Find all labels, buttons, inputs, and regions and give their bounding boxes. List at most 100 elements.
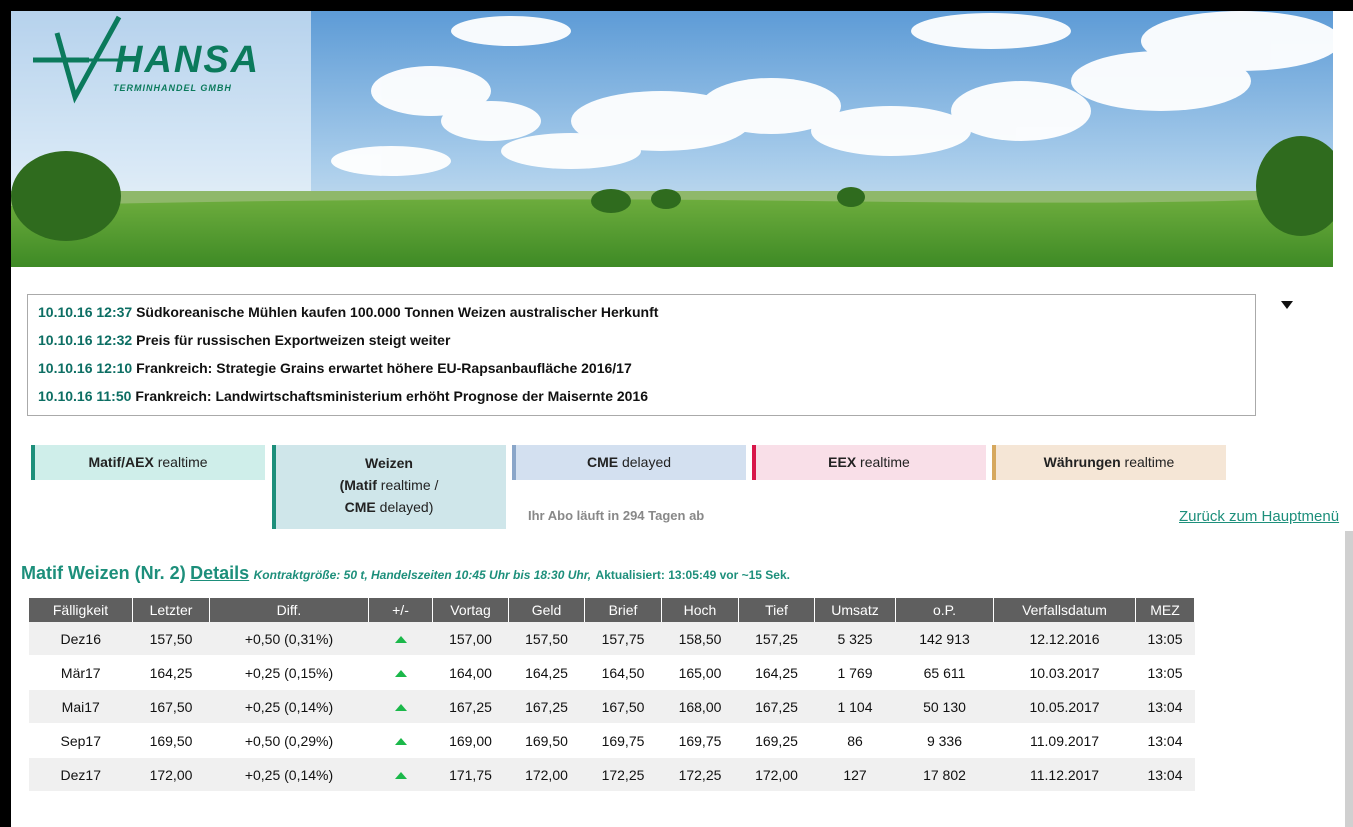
table-cell: 172,00 xyxy=(508,757,585,792)
table-cell: 167,25 xyxy=(432,689,509,724)
page-title: Matif Weizen (Nr. 2) xyxy=(21,563,186,583)
column-header: Umsatz xyxy=(814,598,896,622)
tab-label-line3: CME xyxy=(344,499,376,515)
scrollbar[interactable] xyxy=(1345,531,1353,827)
news-item[interactable]: 10.10.16 11:50 Frankreich: Landwirtschaf… xyxy=(38,388,648,404)
table-cell: +0,25 (0,14%) xyxy=(209,689,369,724)
column-header: o.P. xyxy=(895,598,994,622)
tab-suffix: realtime xyxy=(153,454,208,470)
trend-cell xyxy=(368,655,433,690)
updated-status: Aktualisiert: 13:05:49 vor ~15 Sek. xyxy=(595,568,790,582)
table-cell: 169,50 xyxy=(132,723,210,758)
column-header: Fälligkeit xyxy=(29,598,133,622)
table-cell: 167,25 xyxy=(738,689,815,724)
page: HANSA TERMINHANDEL GMBH 10.10.16 12:37 S… xyxy=(11,11,1353,827)
column-header: Hoch xyxy=(661,598,739,622)
tab-suffix: delayed) xyxy=(375,499,434,515)
table-cell: 172,25 xyxy=(661,757,739,792)
table-cell: 157,50 xyxy=(508,622,585,656)
column-header: Letzter xyxy=(132,598,210,622)
news-item[interactable]: 10.10.16 12:32 Preis für russischen Expo… xyxy=(38,332,450,348)
table-cell: 165,00 xyxy=(661,655,739,690)
table-cell: 5 325 xyxy=(814,622,896,656)
quotes-table: Fälligkeit Letzter Diff. +/- Vortag Geld… xyxy=(29,598,1195,792)
column-header: Brief xyxy=(584,598,662,622)
details-link[interactable]: Details xyxy=(190,563,249,583)
table-row[interactable]: Mai17 167,50 +0,25 (0,14%) 167,25 167,25 167,… xyxy=(29,689,1195,724)
table-cell: Mär17 xyxy=(29,655,133,690)
tab-eex[interactable]: EEX realtime xyxy=(752,445,986,480)
table-row[interactable]: Sep17 169,50 +0,50 (0,29%) 169,00 169,50 169,… xyxy=(29,723,1195,758)
table-cell: Sep17 xyxy=(29,723,133,758)
hansa-logo: HANSA TERMINHANDEL GMBH xyxy=(29,15,299,110)
table-cell: 10.03.2017 xyxy=(993,655,1136,690)
tab-suffix: realtime xyxy=(856,454,910,470)
table-cell: 127 xyxy=(814,757,896,792)
trend-cell xyxy=(368,757,433,792)
table-cell: +0,25 (0,15%) xyxy=(209,655,369,690)
table-cell: 169,25 xyxy=(738,723,815,758)
news-timestamp: 10.10.16 12:32 xyxy=(38,332,133,348)
table-cell: 1 769 xyxy=(814,655,896,690)
table-cell: 164,25 xyxy=(738,655,815,690)
tab-label: Währungen xyxy=(1043,454,1121,470)
tab-waehrungen[interactable]: Währungen realtime xyxy=(992,445,1226,480)
table-row[interactable]: Dez17 172,00 +0,25 (0,14%) 171,75 172,00 172,… xyxy=(29,757,1195,792)
tab-label-line2: (Matif xyxy=(339,477,377,493)
table-cell: 164,50 xyxy=(584,655,662,690)
column-header: Diff. xyxy=(209,598,369,622)
table-cell: 17 802 xyxy=(895,757,994,792)
table-cell: 171,75 xyxy=(432,757,509,792)
contract-meta: Kontraktgröße: 50 t, Handelszeiten 10:45… xyxy=(253,568,592,582)
table-cell: 157,25 xyxy=(738,622,815,656)
table-cell: 169,50 xyxy=(508,723,585,758)
trend-cell xyxy=(368,622,433,656)
table-cell: 169,75 xyxy=(584,723,662,758)
tab-cme[interactable]: CME delayed xyxy=(512,445,746,480)
back-to-main-menu-link[interactable]: Zurück zum Hauptmenü xyxy=(1179,508,1339,525)
news-headline[interactable]: Preis für russischen Exportweizen steigt… xyxy=(136,332,450,348)
news-dropdown-icon[interactable] xyxy=(1281,301,1293,309)
tab-suffix: realtime / xyxy=(376,477,439,493)
tab-matif-aex[interactable]: Matif/AEX realtime xyxy=(31,445,265,480)
up-arrow-icon xyxy=(394,738,407,746)
table-cell: 65 611 xyxy=(895,655,994,690)
table-cell: 167,50 xyxy=(132,689,210,724)
table-cell: 13:04 xyxy=(1135,757,1195,792)
table-cell: 50 130 xyxy=(895,689,994,724)
tab-suffix: realtime xyxy=(1120,454,1175,470)
column-header: Tief xyxy=(738,598,815,622)
tab-suffix: delayed xyxy=(618,454,672,470)
table-cell: 169,75 xyxy=(661,723,739,758)
table-cell: Dez17 xyxy=(29,757,133,792)
quotes-table-body: Dez16 157,50 +0,50 (0,31%) 157,00 157,50 157,… xyxy=(29,622,1195,792)
table-cell: Mai17 xyxy=(29,689,133,724)
table-cell: 157,50 xyxy=(132,622,210,656)
news-headline[interactable]: Südkoreanische Mühlen kaufen 100.000 Ton… xyxy=(136,304,658,320)
table-cell: 1 104 xyxy=(814,689,896,724)
table-cell: +0,50 (0,29%) xyxy=(209,723,369,758)
table-cell: +0,25 (0,14%) xyxy=(209,757,369,792)
tab-label: Weizen xyxy=(365,455,413,471)
up-arrow-icon xyxy=(394,704,407,712)
table-cell: 13:04 xyxy=(1135,723,1195,758)
news-headline[interactable]: Frankreich: Strategie Grains erwartet hö… xyxy=(136,360,632,376)
column-header: MEZ xyxy=(1135,598,1195,622)
table-cell: 167,25 xyxy=(508,689,585,724)
table-header-row: Fälligkeit Letzter Diff. +/- Vortag Geld… xyxy=(29,598,1195,622)
subscription-status: Ihr Abo läuft in 294 Tagen ab xyxy=(528,508,705,523)
news-headline[interactable]: Frankreich: Landwirtschaftsministerium e… xyxy=(135,388,648,404)
up-arrow-icon xyxy=(394,636,407,644)
table-row[interactable]: Dez16 157,50 +0,50 (0,31%) 157,00 157,50 157,… xyxy=(29,622,1195,656)
news-item[interactable]: 10.10.16 12:10 Frankreich: Strategie Gra… xyxy=(38,360,632,376)
table-cell: 11.09.2017 xyxy=(993,723,1136,758)
news-item[interactable]: 10.10.16 12:37 Südkoreanische Mühlen kau… xyxy=(38,304,658,320)
table-cell: 172,25 xyxy=(584,757,662,792)
up-arrow-icon xyxy=(394,772,407,780)
table-row[interactable]: Mär17 164,25 +0,25 (0,15%) 164,00 164,25 164,… xyxy=(29,655,1195,690)
tab-label: CME xyxy=(586,454,619,470)
tab-weizen[interactable]: Weizen (Matif realtime / CME delayed) xyxy=(272,445,506,529)
trend-cell xyxy=(368,689,433,724)
tab-label: EEX xyxy=(828,454,857,470)
table-cell: 158,50 xyxy=(661,622,739,656)
